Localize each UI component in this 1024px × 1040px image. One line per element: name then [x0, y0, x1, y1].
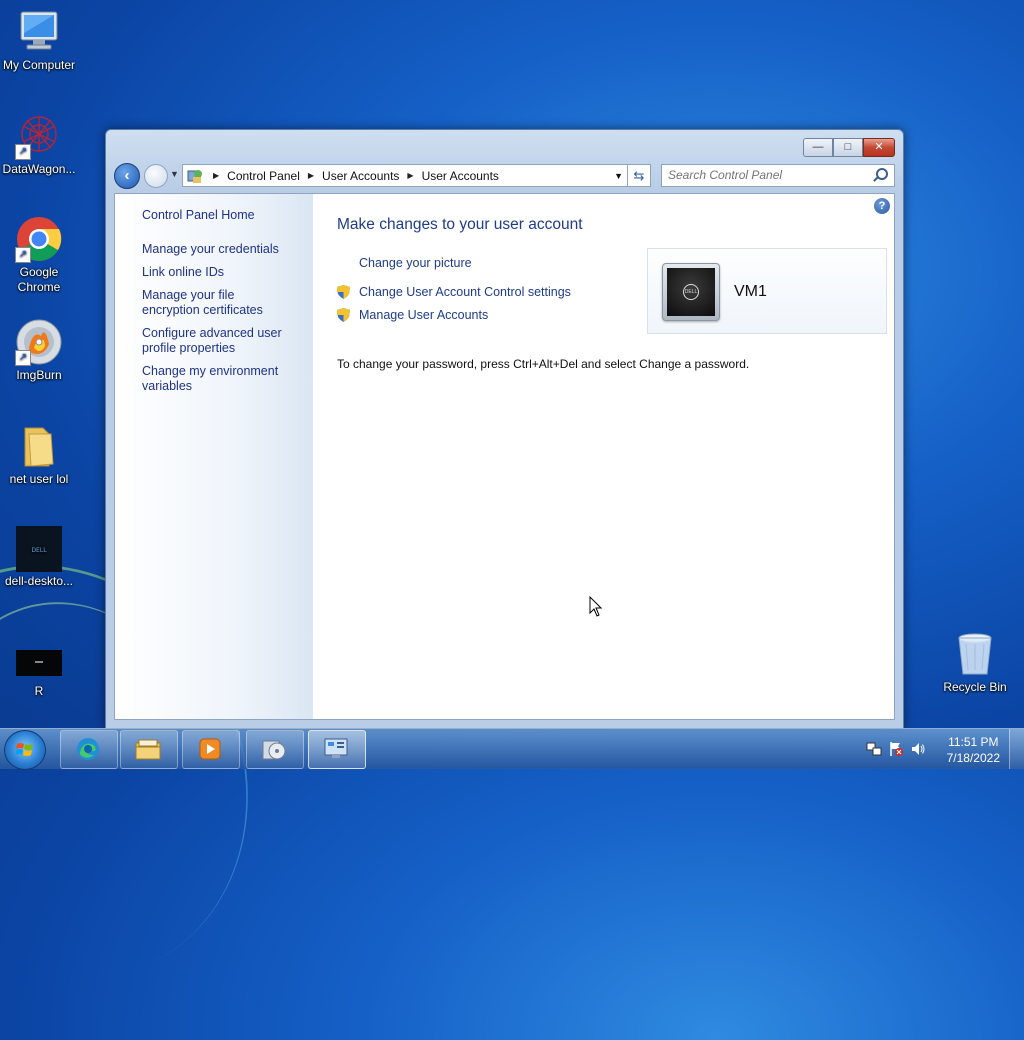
tasks-sidebar: Control Panel Home Manage your credentia…	[115, 194, 313, 719]
uac-settings-link[interactable]: Change User Account Control settings	[359, 285, 571, 299]
main-panel: ? Make changes to your user account Chan…	[313, 194, 894, 719]
search-box[interactable]	[661, 164, 895, 187]
avatar[interactable]: DELL	[662, 263, 720, 321]
mouse-pointer-icon	[589, 595, 603, 621]
clock-time: 11:51 PM	[948, 735, 999, 749]
taskbar-control-panel[interactable]	[308, 730, 366, 769]
taskbar-microsoft-edge[interactable]	[60, 730, 118, 769]
control-panel-icon	[324, 738, 348, 758]
taskbar-media-player[interactable]	[182, 730, 240, 769]
taskbar-disc-burner[interactable]	[246, 730, 304, 769]
control-panel-icon	[187, 168, 203, 184]
desktop-icon-label: DataWagon...	[2, 162, 76, 176]
action-center-flag-icon[interactable]	[888, 741, 904, 757]
desktop-icon-datawagon[interactable]: ↗ DataWagon...	[0, 112, 79, 177]
breadcrumb-separator-icon[interactable]: ▶	[308, 171, 314, 180]
environment-variables-link[interactable]: Change my environment variables	[142, 364, 293, 394]
desktop-icon-dell-desktop[interactable]: DELL dell-deskto...	[0, 526, 79, 589]
link-online-ids-link[interactable]: Link online IDs	[142, 265, 293, 280]
page-title: Make changes to your user account	[337, 216, 583, 233]
content-pane: Control Panel Home Manage your credentia…	[114, 193, 895, 720]
manage-user-accounts-link[interactable]: Manage User Accounts	[359, 308, 488, 322]
search-input[interactable]	[662, 165, 874, 184]
show-desktop-button[interactable]	[1009, 729, 1024, 769]
taskbar: 11:51 PM 7/18/2022	[0, 728, 1024, 770]
dell-logo-text: DELL	[683, 284, 699, 300]
address-bar[interactable]: ▶ Control Panel ▶ User Accounts ▶ User A…	[182, 164, 628, 187]
advanced-profile-properties-link[interactable]: Configure advanced user profile properti…	[142, 326, 293, 356]
user-name: VM1	[734, 283, 767, 300]
desktop-icon-recycle-bin[interactable]: Recycle Bin	[935, 630, 1015, 695]
file-encryption-certificates-link[interactable]: Manage your file encryption certificates	[142, 288, 293, 318]
minimize-button[interactable]: —	[803, 138, 833, 157]
desktop-icon-label: net user lol	[9, 472, 69, 486]
breadcrumb-user-accounts-current[interactable]: User Accounts	[422, 169, 499, 183]
dell-logo-icon: DELL	[667, 268, 715, 316]
desktop-icon-label: Google Chrome	[17, 265, 61, 294]
computer-icon	[15, 8, 63, 56]
refresh-button[interactable]: ⇆	[628, 164, 651, 187]
navigation-bar: ‹ ▼ ▶ Control Panel ▶ User Accounts ▶ Us…	[114, 163, 895, 189]
windows-logo-icon	[16, 743, 33, 756]
user-account-card: DELL VM1	[647, 248, 887, 334]
desktop-icon-r[interactable]: R	[0, 650, 79, 699]
address-dropdown-icon[interactable]: ▼	[614, 171, 623, 181]
recent-pages-dropdown-icon[interactable]: ▼	[170, 169, 179, 179]
window-controls: — □ ✕	[803, 138, 895, 157]
change-picture-link[interactable]: Change your picture	[359, 256, 472, 270]
svg-text:DELL: DELL	[31, 547, 47, 554]
media-player-icon	[199, 738, 221, 760]
taskbar-file-explorer[interactable]	[120, 730, 178, 769]
breadcrumb-separator-icon[interactable]: ▶	[407, 171, 413, 180]
manage-credentials-link[interactable]: Manage your credentials	[142, 242, 293, 257]
chrome-icon: ↗	[15, 215, 63, 263]
start-button[interactable]	[4, 730, 46, 770]
breadcrumb-user-accounts[interactable]: User Accounts	[322, 169, 399, 183]
disc-flame-icon: ↗	[15, 318, 63, 366]
maximize-button[interactable]: □	[833, 138, 863, 157]
password-instructions: To change your password, press Ctrl+Alt+…	[337, 357, 750, 371]
uac-shield-icon	[337, 308, 350, 322]
desktop-icon-label: ImgBurn	[16, 368, 62, 382]
desktop-icon-label: R	[34, 684, 44, 698]
recycle-bin-icon	[951, 630, 999, 678]
shortcut-arrow-icon: ↗	[15, 247, 31, 263]
disc-burner-icon	[262, 740, 286, 760]
dell-image-icon: DELL	[16, 526, 62, 572]
desktop-icon-label: My Computer	[2, 58, 76, 72]
back-button[interactable]: ‹	[114, 163, 140, 189]
clock-date: 7/18/2022	[946, 751, 1000, 765]
desktop-icon-google-chrome[interactable]: ↗ Google Chrome	[0, 215, 79, 295]
breadcrumb-control-panel[interactable]: Control Panel	[227, 169, 300, 183]
folder-icon	[15, 422, 63, 470]
user-accounts-window: — □ ✕ ‹ ▼ ▶ Control Panel ▶ User Account…	[105, 129, 904, 729]
desktop-icon-net-user-lol[interactable]: net user lol	[0, 422, 79, 487]
help-icon[interactable]: ?	[874, 198, 890, 214]
volume-icon[interactable]	[910, 741, 926, 757]
control-panel-home-link[interactable]: Control Panel Home	[142, 208, 313, 222]
shortcut-arrow-icon: ↗	[15, 144, 31, 160]
r-image-icon	[16, 650, 62, 676]
folder-icon	[135, 739, 161, 760]
system-tray: 11:51 PM 7/18/2022	[856, 729, 1024, 769]
forward-button[interactable]	[144, 164, 168, 188]
edge-icon	[77, 738, 99, 760]
breadcrumb-separator-icon[interactable]: ▶	[213, 171, 219, 180]
desktop-icon-my-computer[interactable]: My Computer	[0, 8, 79, 73]
search-icon[interactable]	[876, 168, 888, 180]
shortcut-arrow-icon: ↗	[15, 350, 31, 366]
desktop-icon-imgburn[interactable]: ↗ ImgBurn	[0, 318, 79, 383]
datawagon-icon: ↗	[15, 112, 63, 160]
desktop-icon-label: Recycle Bin	[943, 680, 1007, 694]
clock[interactable]: 11:51 PM 7/18/2022	[947, 734, 1000, 766]
close-button[interactable]: ✕	[863, 138, 895, 157]
uac-shield-icon	[337, 285, 350, 299]
desktop-icon-label: dell-deskto...	[4, 574, 74, 588]
network-icon[interactable]	[866, 741, 882, 757]
